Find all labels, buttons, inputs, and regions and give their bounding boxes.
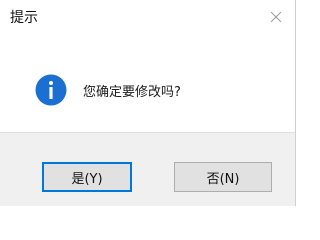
title-bar: 提示 <box>0 0 295 34</box>
close-icon <box>270 11 282 23</box>
dialog-message: 您确定要修改吗? <box>83 85 181 100</box>
close-button[interactable] <box>263 4 289 30</box>
info-icon <box>35 74 67 106</box>
confirm-dialog: 提示 您确定要修改吗? 是(Y) 否(N) <box>0 0 296 206</box>
dialog-content: 您确定要修改吗? <box>0 34 295 132</box>
no-button[interactable]: 否(N) <box>174 162 272 192</box>
button-bar: 是(Y) 否(N) <box>0 132 295 206</box>
yes-button[interactable]: 是(Y) <box>42 162 132 192</box>
dialog-title: 提示 <box>10 10 38 26</box>
